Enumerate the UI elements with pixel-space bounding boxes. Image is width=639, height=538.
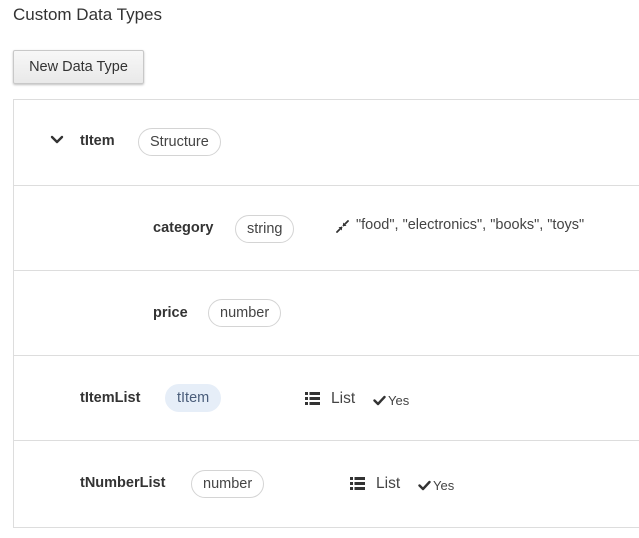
field-name[interactable]: price <box>153 305 188 321</box>
table-row-tnumberlist: tNumberList number List Yes <box>14 441 639 528</box>
type-badge[interactable]: tItem <box>165 384 222 412</box>
table-row-price: price number <box>14 271 639 356</box>
page-title: Custom Data Types <box>13 5 162 24</box>
collection-kind: List <box>376 475 401 492</box>
compress-arrows-icon <box>336 220 349 233</box>
type-badge: Structure <box>138 128 221 156</box>
type-name[interactable]: tNumberList <box>80 475 165 491</box>
required-value: Yes <box>388 393 410 408</box>
table-row-titemlist: tItemList tItem List Yes <box>14 356 639 441</box>
list-icon <box>305 392 320 405</box>
type-badge: number <box>208 299 282 327</box>
type-name[interactable]: tItem <box>80 133 115 149</box>
data-types-table: tItem Structure category string "food", … <box>13 99 639 528</box>
table-row-titem: tItem Structure <box>14 100 639 186</box>
check-icon <box>373 395 386 406</box>
check-icon <box>418 480 431 491</box>
collection-kind: List <box>331 390 356 407</box>
chevron-down-icon[interactable] <box>50 134 64 146</box>
list-icon <box>350 477 365 490</box>
type-badge: string <box>235 215 295 243</box>
required-value: Yes <box>433 478 455 493</box>
field-name[interactable]: category <box>153 220 213 236</box>
enum-values: "food", "electronics", "books", "toys" <box>356 217 585 233</box>
type-badge: number <box>191 470 265 498</box>
new-data-type-button[interactable]: New Data Type <box>13 50 144 84</box>
table-row-category: category string "food", "electronics", "… <box>14 186 639 271</box>
type-name[interactable]: tItemList <box>80 390 140 406</box>
